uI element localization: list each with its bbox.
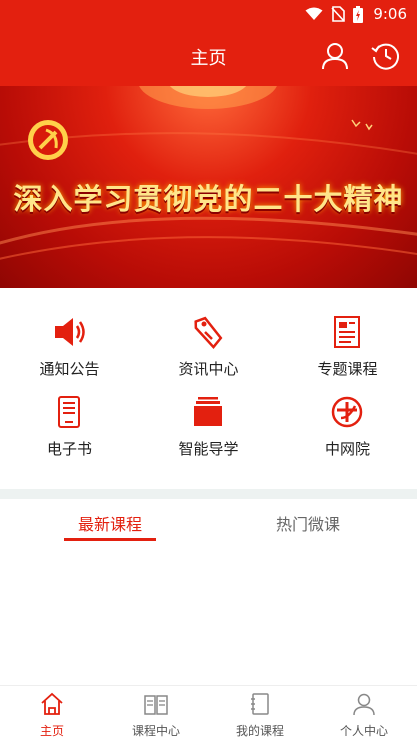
nav-label: 我的课程 (235, 724, 284, 738)
nav-label: 个人中心 (339, 724, 388, 738)
section-divider (0, 489, 417, 499)
notebook-icon (251, 693, 269, 715)
history-icon[interactable] (370, 40, 402, 72)
nav-home[interactable]: 主页 (0, 686, 104, 744)
user-icon[interactable] (319, 40, 351, 72)
document-icon (334, 316, 360, 348)
battery-icon (353, 5, 364, 23)
menu-item-news[interactable]: 资讯中心 (139, 300, 278, 380)
nav-personal-center[interactable]: 个人中心 (312, 686, 416, 744)
wifi-icon (305, 7, 323, 20)
tab-hot-micro-courses[interactable]: 热门微课 (204, 511, 412, 535)
menu-item-label: 中网院 (324, 440, 370, 458)
course-tabs: 最新课程 热门微课 (0, 506, 417, 542)
book-stack-icon (194, 397, 222, 426)
top-app-bar: 9:06 主页 (0, 0, 417, 86)
home-icon (41, 692, 63, 715)
promo-banner[interactable]: 深入学习贯彻党的二十大精神 (0, 86, 417, 288)
tag-icon (194, 316, 223, 349)
nav-course-center[interactable]: 课程中心 (104, 686, 208, 744)
menu-item-topic-course[interactable]: 专题课程 (278, 300, 417, 380)
status-time: 9:06 (373, 5, 407, 23)
ebook-icon (58, 396, 80, 428)
bottom-navigation: 主页 课程中心 我的课程 个人中心 (0, 685, 417, 744)
banner-text: 深入学习贯彻党的二十大精神 (13, 182, 404, 216)
nav-my-courses[interactable]: 我的课程 (208, 686, 312, 744)
menu-item-notice[interactable]: 通知公告 (0, 300, 139, 380)
menu-item-ebook[interactable]: 电子书 (0, 380, 139, 460)
open-book-icon (144, 695, 168, 715)
page-title: 主页 (190, 48, 227, 69)
status-bar: 9:06 (0, 0, 417, 28)
menu-item-smart-guide[interactable]: 智能导学 (139, 380, 278, 460)
no-sim-icon (331, 6, 346, 22)
menu-item-label: 智能导学 (178, 440, 239, 458)
nav-label: 课程中心 (131, 724, 180, 738)
megaphone-icon (55, 318, 85, 346)
menu-item-label: 专题课程 (317, 360, 378, 378)
function-grid: 通知公告 资讯中心 专题课程 电子书 智能导学 中网院 (0, 300, 417, 480)
status-icons: 9:06 (305, 5, 407, 23)
party-emblem-icon (28, 120, 68, 160)
menu-item-academy[interactable]: 中网院 (278, 380, 417, 460)
menu-item-label: 通知公告 (39, 360, 100, 378)
nav-label: 主页 (39, 724, 64, 738)
active-tab-indicator (64, 538, 156, 541)
menu-item-label: 电子书 (46, 440, 92, 458)
academy-logo-icon (331, 396, 363, 428)
person-icon (353, 693, 375, 716)
tab-latest-courses[interactable]: 最新课程 (6, 511, 214, 535)
menu-item-label: 资讯中心 (178, 360, 239, 378)
